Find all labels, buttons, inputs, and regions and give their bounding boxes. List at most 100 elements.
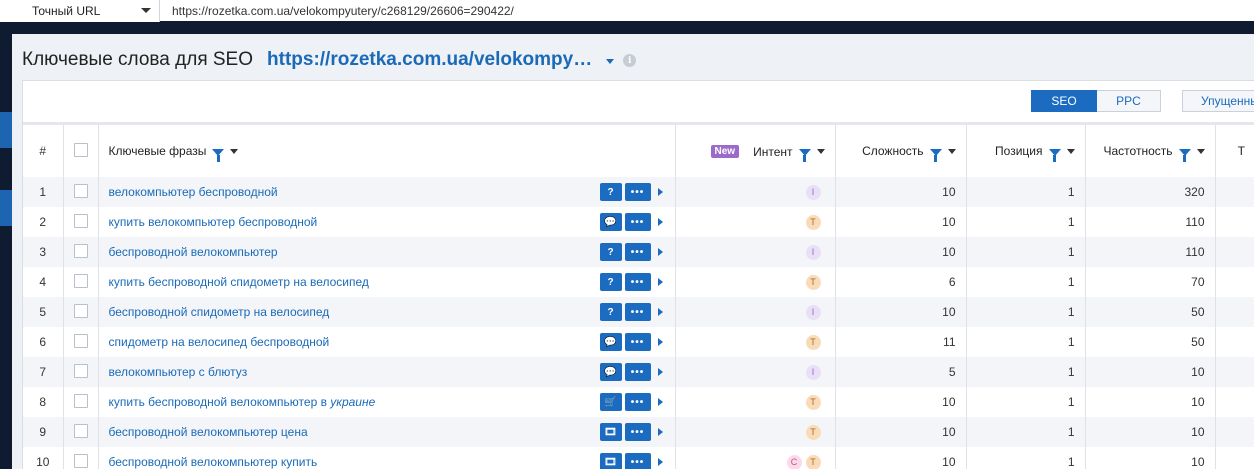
more-options-icon[interactable]: •••: [624, 303, 651, 321]
filter-icon[interactable]: [798, 149, 811, 163]
keyword-link[interactable]: велокомпьютер с блютуз: [109, 365, 248, 379]
keyword-link[interactable]: беспроводной велокомпьютер купить: [109, 455, 318, 469]
keyword-link[interactable]: купить велокомпьютер беспроводной: [109, 215, 318, 229]
position-cell[interactable]: 1: [966, 357, 1086, 387]
intent-badge[interactable]: I: [805, 184, 821, 200]
tab-ppc[interactable]: PPC: [1097, 90, 1161, 112]
row-checkbox[interactable]: [73, 273, 88, 288]
keyword-link[interactable]: спидометр на велосипед беспроводной: [109, 335, 330, 349]
keyword-link[interactable]: беспроводной спидометр на велосипед: [109, 305, 330, 319]
position-cell[interactable]: 1: [966, 447, 1086, 469]
keyword-link[interactable]: велокомпьютер беспроводной: [109, 185, 278, 199]
row-checkbox[interactable]: [73, 213, 88, 228]
position-cell[interactable]: 1: [966, 237, 1086, 267]
row-checkbox[interactable]: [73, 393, 88, 408]
row-checkbox[interactable]: [73, 453, 88, 468]
col-keywords-label[interactable]: Ключевые фразы: [109, 144, 207, 158]
serp-features-icon[interactable]: 💬: [599, 213, 622, 231]
intent-badge[interactable]: T: [805, 214, 821, 230]
keyword-link[interactable]: купить беспроводной спидометр на велосип…: [109, 275, 369, 289]
position-cell[interactable]: 1: [966, 387, 1086, 417]
intent-badge[interactable]: T: [805, 274, 821, 290]
chevron-right-icon[interactable]: [657, 308, 663, 316]
chevron-right-icon[interactable]: [657, 248, 663, 256]
info-icon[interactable]: i: [623, 54, 637, 67]
more-options-icon[interactable]: •••: [624, 183, 651, 201]
sort-caret-icon[interactable]: [816, 149, 825, 155]
url-mode-select[interactable]: Точный URL: [0, 0, 160, 22]
intent-badge[interactable]: I: [805, 304, 821, 320]
table-row[interactable]: 7 велокомпьютер с блютуз 💬 ••• I 5 1 10: [23, 357, 1254, 387]
chevron-right-icon[interactable]: [657, 188, 663, 196]
serp-features-icon[interactable]: ?: [599, 303, 622, 321]
intent-badge[interactable]: C: [786, 454, 802, 469]
position-cell[interactable]: 1: [966, 297, 1086, 327]
sort-caret-icon[interactable]: [230, 148, 239, 154]
more-options-icon[interactable]: •••: [624, 453, 651, 469]
row-checkbox[interactable]: [73, 333, 88, 348]
more-options-icon[interactable]: •••: [624, 213, 651, 231]
chevron-right-icon[interactable]: [657, 218, 663, 226]
chevron-right-icon[interactable]: [657, 428, 663, 436]
col-next[interactable]: Т: [1215, 125, 1254, 177]
serp-features-icon[interactable]: 💬: [599, 363, 622, 381]
sort-caret-icon[interactable]: [947, 148, 956, 154]
more-options-icon[interactable]: •••: [624, 273, 651, 291]
filter-icon[interactable]: [212, 148, 225, 162]
url-input[interactable]: https://rozetka.com.ua/velokompyutery/c2…: [160, 4, 514, 18]
row-checkbox[interactable]: [73, 423, 88, 438]
missed-keywords-button[interactable]: Упущенные: [1182, 90, 1254, 112]
table-row[interactable]: 2 купить велокомпьютер беспроводной 💬 ••• T 1…: [23, 207, 1254, 237]
position-cell[interactable]: 1: [966, 417, 1086, 447]
intent-badge[interactable]: I: [805, 364, 821, 380]
intent-badge[interactable]: T: [805, 394, 821, 410]
table-row[interactable]: 8 купить беспроводной велокомпьютер в укр…: [23, 387, 1254, 417]
chevron-right-icon[interactable]: [657, 278, 663, 286]
table-row[interactable]: 10 беспроводной велокомпьютер купить 🎞 ••• C…: [23, 447, 1254, 469]
row-checkbox[interactable]: [73, 183, 88, 198]
keyword-link[interactable]: беспроводной велокомпьютер цена: [109, 425, 308, 439]
intent-badge[interactable]: T: [805, 454, 821, 469]
row-checkbox[interactable]: [73, 303, 88, 318]
table-row[interactable]: 9 беспроводной велокомпьютер цена 🎞 ••• T 10 1…: [23, 417, 1254, 447]
sort-caret-icon[interactable]: [1066, 148, 1075, 154]
chevron-down-icon[interactable]: [606, 59, 615, 64]
serp-features-icon[interactable]: ?: [599, 273, 622, 291]
more-options-icon[interactable]: •••: [624, 423, 651, 441]
domain-link[interactable]: https://rozetka.com.ua/velokompy…: [267, 49, 592, 71]
serp-features-icon[interactable]: 💬: [599, 333, 622, 351]
serp-features-icon[interactable]: 🎞: [599, 423, 622, 441]
table-row[interactable]: 3 беспроводной велокомпьютер? ••• I 10 1 110: [23, 237, 1254, 267]
intent-badge[interactable]: T: [805, 424, 821, 440]
table-row[interactable]: 6 спидометр на велосипед беспроводной 💬 •••…: [23, 327, 1254, 357]
sort-caret-icon[interactable]: [1196, 148, 1205, 154]
table-row[interactable]: 5 беспроводной спидометр на велосипед? •••…: [23, 297, 1254, 327]
more-options-icon[interactable]: •••: [624, 243, 651, 261]
more-options-icon[interactable]: •••: [624, 363, 651, 381]
filter-icon[interactable]: [929, 148, 942, 162]
filter-icon[interactable]: [1048, 148, 1061, 162]
select-all-checkbox[interactable]: [73, 142, 88, 157]
table-row[interactable]: 1 велокомпьютер беспроводной? ••• I 10 1 320: [23, 177, 1254, 207]
chevron-right-icon[interactable]: [657, 458, 663, 466]
intent-badge[interactable]: T: [805, 334, 821, 350]
position-cell[interactable]: 1: [966, 267, 1086, 297]
col-difficulty-label[interactable]: Сложность: [862, 144, 923, 158]
col-frequency-label[interactable]: Частотность: [1104, 144, 1173, 158]
serp-features-icon[interactable]: 🎞: [599, 453, 622, 469]
chevron-right-icon[interactable]: [657, 398, 663, 406]
serp-features-icon[interactable]: ?: [599, 243, 622, 261]
col-intent-label[interactable]: Интент: [753, 145, 792, 159]
tab-seo[interactable]: SEO: [1031, 90, 1097, 112]
col-position-label[interactable]: Позиция: [995, 144, 1042, 158]
more-options-icon[interactable]: •••: [624, 333, 651, 351]
more-options-icon[interactable]: •••: [624, 393, 651, 411]
position-cell[interactable]: 1: [966, 177, 1086, 207]
serp-features-icon[interactable]: 🛒: [599, 393, 622, 411]
sidebar-item-active[interactable]: [0, 112, 12, 148]
keyword-link[interactable]: купить беспроводной велокомпьютер в укра…: [109, 395, 376, 409]
table-row[interactable]: 4 купить беспроводной спидометр на велоси…: [23, 267, 1254, 297]
position-cell[interactable]: 1: [966, 207, 1086, 237]
chevron-right-icon[interactable]: [657, 338, 663, 346]
keyword-link[interactable]: беспроводной велокомпьютер: [109, 245, 278, 259]
